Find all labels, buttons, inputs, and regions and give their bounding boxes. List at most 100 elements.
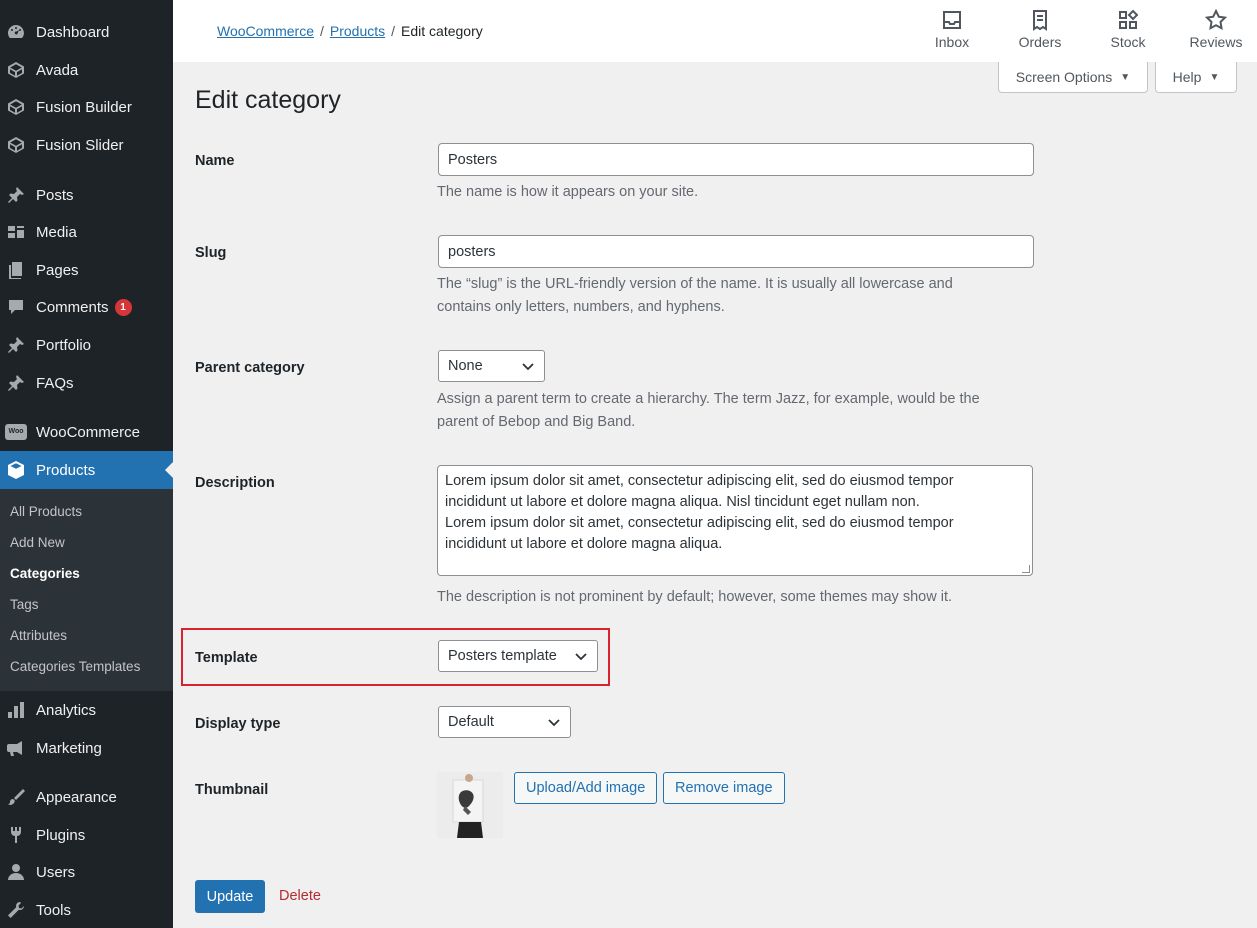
megaphone-icon <box>5 737 27 759</box>
template-label: Template <box>195 650 258 666</box>
screen-options-label: Screen Options <box>1015 69 1113 85</box>
menu-media[interactable]: Media <box>0 213 173 251</box>
menu-marketing[interactable]: Marketing <box>0 729 173 767</box>
menu-label: Products <box>36 461 96 479</box>
screen-options-button[interactable]: Screen Options ▼ <box>998 62 1148 93</box>
template-select[interactable]: Posters template <box>438 640 598 672</box>
slug-label: Slug <box>195 245 227 261</box>
breadcrumb-current: Edit category <box>401 23 483 39</box>
help-button[interactable]: Help ▼ <box>1155 62 1237 93</box>
menu-users[interactable]: Users <box>0 853 173 891</box>
woo-icon: Woo <box>5 421 27 443</box>
menu-label: FAQs <box>36 374 74 392</box>
menu-woocommerce[interactable]: Woo WooCommerce <box>0 413 173 451</box>
analytics-icon <box>5 699 27 721</box>
name-input[interactable]: Posters <box>438 143 1034 176</box>
chevron-down-icon <box>575 653 587 661</box>
thumbnail-image <box>437 772 503 838</box>
brush-icon <box>5 786 27 808</box>
remove-image-button[interactable]: Remove image <box>663 772 785 804</box>
menu-fusion-slider[interactable]: Fusion Slider <box>0 126 173 164</box>
description-help: The description is not prominent by defa… <box>437 589 952 605</box>
parent-category-help: Assign a parent term to create a hierarc… <box>437 388 1037 434</box>
menu-portfolio[interactable]: Portfolio <box>0 326 173 364</box>
pin-icon <box>5 184 27 206</box>
top-bar: WooCommerce / Products / Edit category Inbox… <box>173 0 1257 62</box>
menu-appearance[interactable]: Appearance <box>0 778 173 816</box>
thumbnail-label: Thumbnail <box>195 782 269 798</box>
menu-label: Users <box>36 863 76 881</box>
menu-label: Analytics <box>36 701 97 719</box>
menu-label: Comments <box>36 298 109 316</box>
submenu-categories[interactable]: Categories <box>10 566 80 581</box>
comment-count-badge: 1 <box>114 298 132 316</box>
description-line: incididunt ut labore et dolore magna ali… <box>445 494 920 510</box>
wrench-icon <box>5 899 27 921</box>
submenu-add-new[interactable]: Add New <box>10 535 65 550</box>
menu-tools[interactable]: Tools <box>0 891 173 928</box>
menu-faqs[interactable]: FAQs <box>0 364 173 402</box>
template-value: Posters template <box>448 648 557 664</box>
orders-button[interactable]: Orders <box>1000 8 1080 50</box>
slug-input[interactable]: posters <box>438 235 1034 268</box>
parent-category-label: Parent category <box>195 360 305 376</box>
submenu-attributes[interactable]: Attributes <box>10 628 67 643</box>
submenu-categories-templates[interactable]: Categories Templates <box>10 659 140 674</box>
menu-products[interactable]: Products <box>0 451 173 489</box>
menu-label: Media <box>36 223 77 241</box>
description-textarea[interactable]: Lorem ipsum dolor sit amet, consectetur … <box>437 465 1033 576</box>
stock-icon <box>1119 9 1139 29</box>
menu-posts[interactable]: Posts <box>0 176 173 214</box>
menu-pages[interactable]: Pages <box>0 251 173 289</box>
menu-label: Appearance <box>36 788 117 806</box>
help-label: Help <box>1172 69 1202 85</box>
inbox-button[interactable]: Inbox <box>912 8 992 50</box>
breadcrumb-woocommerce-link[interactable]: WooCommerce <box>217 23 314 39</box>
breadcrumb: WooCommerce / Products / Edit category <box>217 23 483 39</box>
menu-label: Dashboard <box>36 23 110 41</box>
parent-help-line: Assign a parent term to create a hierarc… <box>437 391 980 407</box>
menu-analytics[interactable]: Analytics <box>0 691 173 729</box>
update-button[interactable]: Update <box>195 880 265 913</box>
menu-label: Pages <box>36 261 79 279</box>
slug-value: posters <box>448 243 496 260</box>
pin-icon <box>5 334 27 356</box>
orders-icon <box>1033 10 1047 31</box>
parent-category-select[interactable]: None <box>438 350 545 382</box>
menu-comments[interactable]: Comments 1 <box>0 288 173 326</box>
resize-handle-icon[interactable] <box>1022 565 1030 573</box>
parent-category-value: None <box>448 358 483 374</box>
comment-icon <box>5 296 27 318</box>
menu-label: Avada <box>36 61 79 79</box>
menu-fusion-builder[interactable]: Fusion Builder <box>0 88 173 126</box>
breadcrumb-separator: / <box>391 23 396 39</box>
display-type-value: Default <box>448 714 494 730</box>
reviews-label: Reviews <box>1189 34 1243 50</box>
submenu-all-products[interactable]: All Products <box>10 504 82 519</box>
caret-down-icon: ▼ <box>1120 71 1131 83</box>
upload-image-button[interactable]: Upload/Add image <box>514 772 658 804</box>
reviews-button[interactable]: Reviews <box>1176 8 1256 50</box>
menu-label: Posts <box>36 186 74 204</box>
products-icon <box>5 459 27 481</box>
admin-sidebar: Dashboard Avada Fusion Builder Fusion Sl… <box>0 0 173 928</box>
menu-label: Fusion Builder <box>36 98 132 116</box>
menu-plugins[interactable]: Plugins <box>0 816 173 854</box>
breadcrumb-products-link[interactable]: Products <box>330 23 385 39</box>
stock-button[interactable]: Stock <box>1088 8 1168 50</box>
name-help: The name is how it appears on your site. <box>437 184 699 200</box>
inbox-icon <box>943 11 961 29</box>
menu-label: Fusion Slider <box>36 136 124 154</box>
fusion-builder-icon <box>5 96 27 118</box>
chevron-down-icon <box>522 363 534 371</box>
pages-icon <box>5 259 27 281</box>
menu-avada[interactable]: Avada <box>0 51 173 89</box>
delete-link[interactable]: Delete <box>279 888 321 904</box>
orders-label: Orders <box>1018 34 1062 50</box>
menu-dashboard[interactable]: Dashboard <box>0 13 173 51</box>
display-type-select[interactable]: Default <box>438 706 571 738</box>
submenu-tags[interactable]: Tags <box>10 597 39 612</box>
star-icon <box>1204 8 1228 31</box>
description-line: incididunt ut labore et dolore magna ali… <box>445 536 723 552</box>
menu-label: Tools <box>36 901 72 919</box>
